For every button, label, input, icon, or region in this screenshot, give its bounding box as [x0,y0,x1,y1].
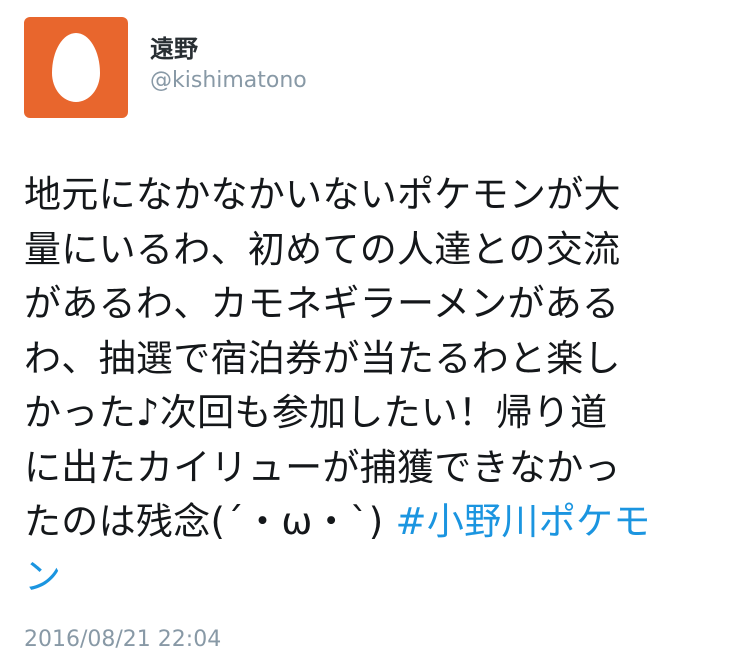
tweet-text-line: に出たカイリューが捕獲できなかっ [24,445,621,489]
tweet-text-line: 量にいるわ、初めての人達との交流 [24,227,621,271]
tweet-text-line: があるわ、カモネギラーメンがある [24,282,620,325]
hashtag-link[interactable]: #小野川ポケモ [396,500,651,543]
tweet-text-line: わ、抽選で宿泊券が当たるわと楽し [24,336,621,380]
default-egg-avatar-icon [52,33,100,102]
user-handle[interactable]: @kishimatono [150,67,307,95]
tweet-text-line: 地元になかなかいないポケモンが大 [24,173,621,216]
tweet-timestamp[interactable]: 2016/08/21 22:04 [24,626,221,654]
tweet-text: 地元になかなかいないポケモンが大 量にいるわ、初めての人達との交流 があるわ、カ… [24,168,724,604]
tweet-text-line: かった♪次回も参加したい！帰り道 [24,391,608,434]
hashtag-link-continued[interactable]: ン [24,555,61,598]
avatar[interactable] [24,17,128,118]
tweet-text-segment: たのは残念(´・ω・`) [24,500,396,543]
tweet-card: 遠野 @kishimatono 地元になかなかいないポケモンが大 量にいるわ、初… [0,0,742,666]
display-name[interactable]: 遠野 [150,35,198,63]
tweet-text-line: ン [24,550,724,605]
tweet-text-line-with-hashtag: たのは残念(´・ω・`) #小野川ポケモ [24,495,724,550]
